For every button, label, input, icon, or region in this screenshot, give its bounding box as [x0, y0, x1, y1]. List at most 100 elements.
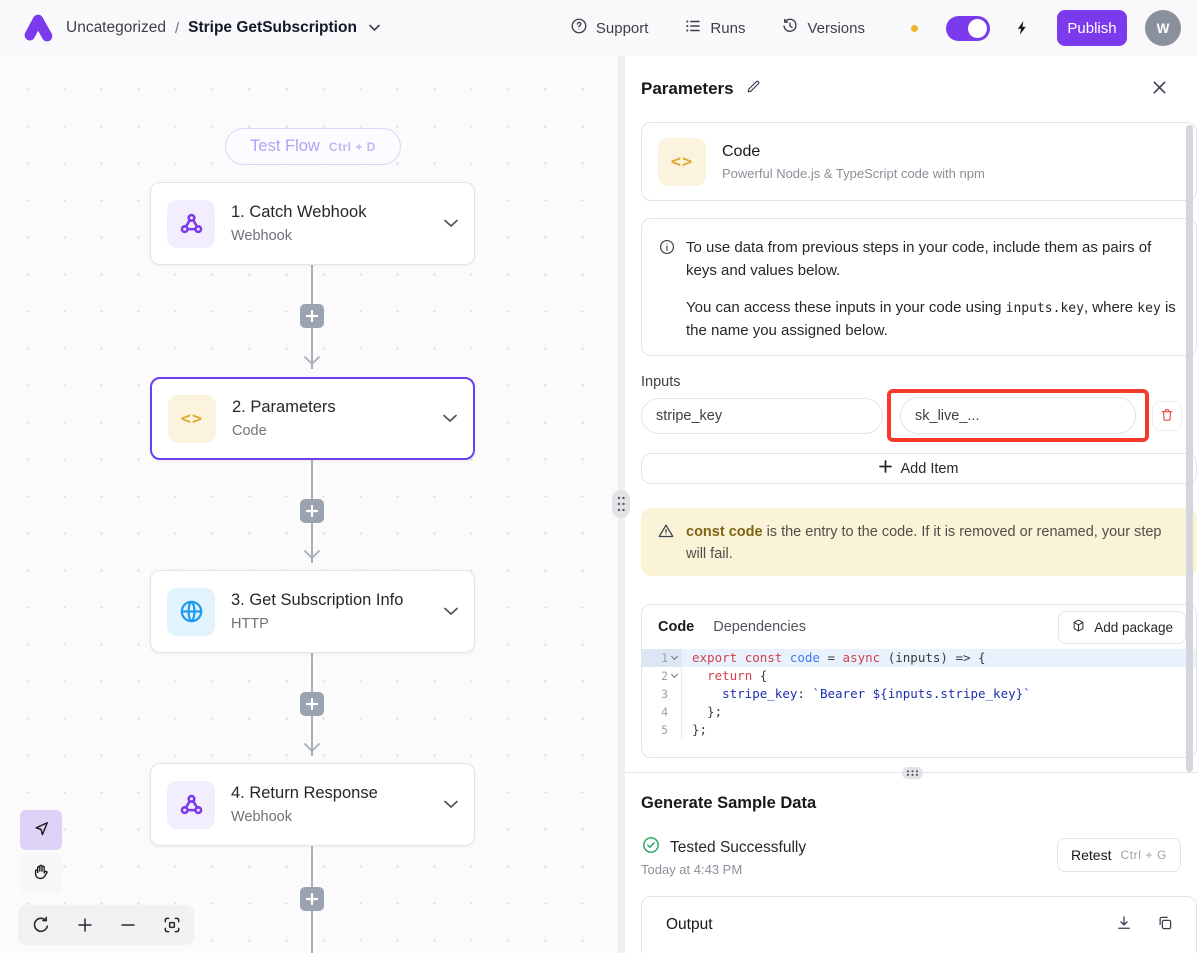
step-card-parameters[interactable]: <> 2. Parameters Code	[150, 377, 475, 460]
code-line[interactable]: 2 return {	[642, 667, 1196, 685]
add-step-button[interactable]	[300, 304, 324, 328]
annotation-highlight-box	[887, 389, 1149, 442]
step-subtitle: HTTP	[231, 616, 403, 632]
select-tool-button[interactable]	[20, 810, 62, 850]
download-icon	[1115, 914, 1133, 935]
code-warning-banner: const code is the entry to the code. If …	[641, 508, 1197, 576]
tab-dependencies[interactable]: Dependencies	[713, 619, 806, 635]
step-settings-panel: Parameters <> Code Powerful Node.js & Ty…	[625, 56, 1197, 953]
chevron-down-icon[interactable]	[443, 414, 457, 423]
draft-status-dot	[911, 25, 918, 32]
webhook-icon	[167, 200, 215, 248]
inputs-info-card: To use data from previous steps in your …	[641, 218, 1197, 356]
download-output-button[interactable]	[1115, 914, 1133, 935]
top-bar: Uncategorized / Stripe GetSubscription S…	[0, 0, 1197, 56]
panel-resize-handle[interactable]	[612, 490, 630, 518]
edit-name-icon[interactable]	[745, 78, 762, 100]
flow-title[interactable]: Stripe GetSubscription	[188, 19, 357, 37]
delete-input-button[interactable]	[1152, 401, 1182, 431]
info-paragraph-2: You can access these inputs in your code…	[686, 296, 1178, 343]
add-step-button[interactable]	[300, 499, 324, 523]
section-resize-handle[interactable]	[902, 767, 923, 779]
input-value-field[interactable]	[900, 397, 1136, 434]
webhook-icon	[167, 781, 215, 829]
runs-list-icon	[684, 17, 702, 39]
piece-info-card[interactable]: <> Code Powerful Node.js & TypeScript co…	[641, 122, 1197, 201]
versions-button[interactable]: Versions	[781, 17, 865, 39]
scrollbar-thumb[interactable]	[1186, 125, 1193, 772]
input-key-field[interactable]	[641, 398, 883, 434]
hand-icon	[31, 862, 51, 885]
test-flow-shortcut: Ctrl + D	[329, 140, 376, 154]
step-title: 1. Catch Webhook	[231, 203, 366, 222]
code-icon: <>	[658, 138, 706, 186]
step-subtitle: Webhook	[231, 228, 366, 244]
code-icon: <>	[168, 395, 216, 443]
code-editor-card: Code Dependencies Add package 1export co…	[641, 604, 1197, 758]
step-card-return-response[interactable]: 4. Return Response Webhook	[150, 763, 475, 846]
code-line[interactable]: 3 stripe_key: `Bearer ${inputs.stripe_ke…	[642, 685, 1196, 703]
versions-label: Versions	[807, 20, 865, 37]
plus-icon	[879, 460, 892, 477]
support-button[interactable]: Support	[570, 17, 649, 39]
breadcrumb: Uncategorized / Stripe GetSubscription	[66, 19, 380, 37]
test-status: Tested Successfully	[641, 835, 806, 860]
zoom-out-button[interactable]	[119, 916, 137, 934]
step-title: 3. Get Subscription Info	[231, 591, 403, 610]
add-step-button[interactable]	[300, 887, 324, 911]
app-root: Uncategorized / Stripe GetSubscription S…	[0, 0, 1197, 953]
retest-button[interactable]: Retest Ctrl + G	[1057, 838, 1181, 872]
toggle-knob	[968, 19, 987, 38]
code-line[interactable]: 4 };	[642, 703, 1196, 721]
publish-button[interactable]: Publish	[1057, 10, 1127, 46]
inputs-label: Inputs	[641, 374, 681, 390]
code-editor[interactable]: 1export const code = async (inputs) => {…	[642, 649, 1196, 739]
cursor-icon	[31, 819, 51, 842]
warning-icon	[657, 522, 675, 563]
code-line[interactable]: 1export const code = async (inputs) => {	[642, 649, 1196, 667]
test-flow-label: Test Flow	[250, 137, 320, 156]
step-card-get-subscription-info[interactable]: 3. Get Subscription Info HTTP	[150, 570, 475, 653]
step-subtitle: Code	[232, 423, 336, 439]
flow-enabled-toggle[interactable]	[946, 16, 990, 41]
step-title: 2. Parameters	[232, 398, 336, 417]
trash-icon	[1159, 407, 1175, 426]
chevron-down-icon[interactable]	[444, 219, 458, 228]
support-label: Support	[596, 20, 649, 37]
chevron-down-icon[interactable]	[444, 607, 458, 616]
fit-view-button[interactable]	[162, 915, 182, 935]
chevron-down-icon[interactable]	[444, 800, 458, 809]
add-item-button[interactable]: Add Item	[641, 453, 1197, 484]
close-panel-button[interactable]	[1152, 80, 1167, 95]
step-title: 4. Return Response	[231, 784, 378, 803]
code-line[interactable]: 5};	[642, 721, 1196, 739]
flow-menu-chevron-icon[interactable]	[369, 24, 380, 32]
globe-icon	[167, 588, 215, 636]
avatar[interactable]: W	[1145, 10, 1181, 46]
history-icon	[781, 17, 799, 39]
zoom-in-button[interactable]	[76, 916, 94, 934]
test-timestamp: Today at 4:43 PM	[641, 862, 742, 877]
add-step-button[interactable]	[300, 692, 324, 716]
output-card: Output	[641, 896, 1197, 953]
info-paragraph-1: To use data from previous steps in your …	[686, 236, 1178, 283]
add-package-label: Add package	[1094, 620, 1173, 635]
top-bar-actions: Support Runs Versions Publish W	[534, 10, 1181, 46]
info-icon	[658, 238, 676, 355]
instant-run-icon[interactable]	[1014, 18, 1031, 38]
panel-scrollbar[interactable]	[1186, 125, 1193, 772]
flow-canvas[interactable]: Test Flow Ctrl + D	[0, 56, 618, 953]
reset-view-button[interactable]	[31, 915, 51, 935]
breadcrumb-folder[interactable]: Uncategorized	[66, 19, 166, 37]
app-logo-icon[interactable]	[16, 6, 60, 50]
copy-output-button[interactable]	[1156, 914, 1174, 935]
pan-tool-button[interactable]	[20, 853, 62, 893]
test-flow-button[interactable]: Test Flow Ctrl + D	[225, 128, 401, 165]
help-icon	[570, 17, 588, 39]
tab-code[interactable]: Code	[658, 619, 694, 635]
breadcrumb-separator: /	[175, 20, 179, 37]
runs-button[interactable]: Runs	[684, 17, 745, 39]
step-card-catch-webhook[interactable]: 1. Catch Webhook Webhook	[150, 182, 475, 265]
add-package-button[interactable]: Add package	[1058, 611, 1186, 644]
add-item-label: Add Item	[900, 461, 958, 477]
